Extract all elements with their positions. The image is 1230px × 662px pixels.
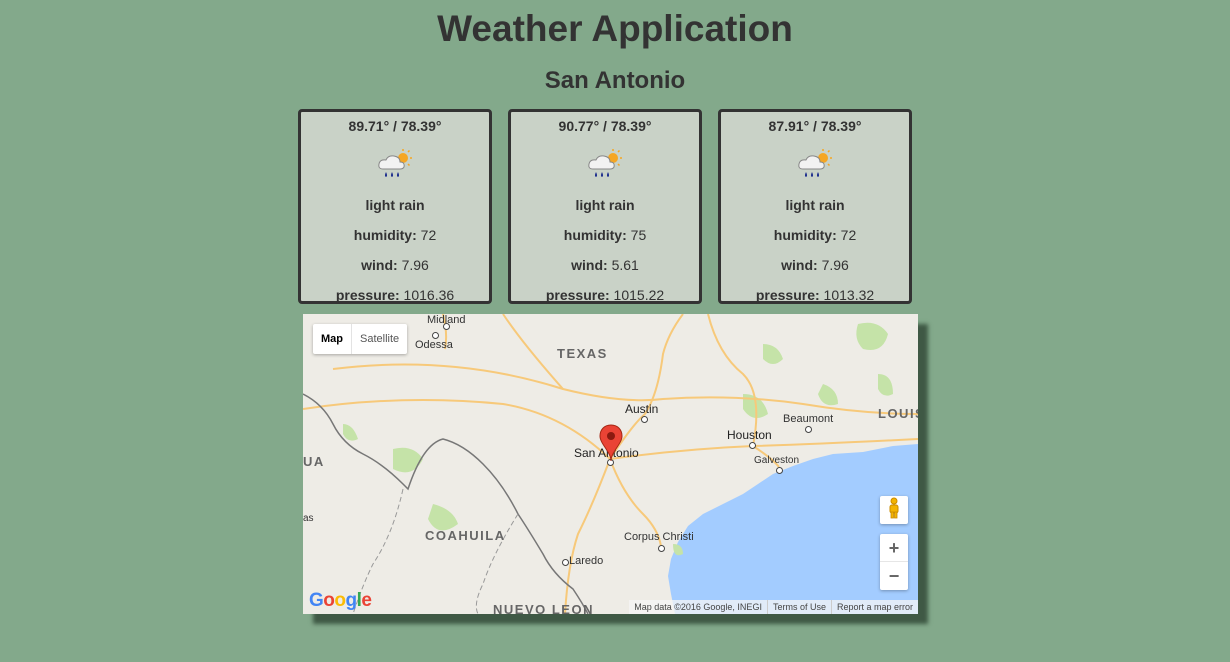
- humidity-label: humidity:: [563, 227, 627, 243]
- map-label-beaumont: Beaumont: [783, 413, 834, 425]
- map-label-corpus-christi: Corpus Christi: [624, 531, 694, 543]
- humidity-value: 75: [630, 227, 647, 243]
- city-dot: [749, 442, 756, 449]
- humidity-label: humidity:: [353, 227, 417, 243]
- map-attribution-bar: Map data ©2016 Google, INEGI Terms of Us…: [629, 600, 918, 614]
- forecast-card: 89.71° / 78.39° light rain humidity: 72 …: [298, 109, 492, 304]
- city-name: San Antonio: [544, 67, 686, 94]
- temperature-range: 90.77° / 78.39°: [558, 118, 652, 134]
- pressure-value: 1015.22: [613, 287, 665, 303]
- map-label-coahuila: COAHUILA: [425, 528, 506, 543]
- map-label-texas: TEXAS: [557, 346, 608, 361]
- pegman-icon: [887, 497, 901, 524]
- map-label-louis: LOUIS: [878, 406, 918, 421]
- pressure-value: 1013.32: [823, 287, 875, 303]
- zoom-control: + −: [880, 534, 908, 590]
- city-dot: [658, 545, 665, 552]
- humidity-row: humidity: 72: [301, 220, 489, 250]
- pressure-label: pressure:: [545, 287, 610, 303]
- map-type-satellite-button[interactable]: Satellite: [352, 324, 407, 354]
- humidity-row: humidity: 72: [721, 220, 909, 250]
- wind-row: wind: 7.96: [301, 250, 489, 280]
- forecast-card: 90.77° / 78.39° light rain humidity: 75 …: [508, 109, 702, 304]
- light-rain-icon: [585, 147, 625, 184]
- report-map-error-link[interactable]: Report a map error: [830, 600, 918, 614]
- map-type-control: Map Satellite: [313, 324, 408, 354]
- city-dot: [805, 426, 812, 433]
- forecast-card: 87.91° / 78.39° light rain humidity: 72 …: [718, 109, 912, 304]
- weather-description: light rain: [785, 197, 845, 213]
- map-pin-icon[interactable]: [599, 424, 623, 467]
- weather-description: light rain: [365, 197, 425, 213]
- temperature-range: 89.71° / 78.39°: [348, 118, 442, 134]
- pressure-label: pressure:: [335, 287, 400, 303]
- pressure-row: pressure: 1016.36: [301, 280, 489, 310]
- map-label-ua: UA: [303, 454, 325, 469]
- wind-value: 7.96: [821, 257, 849, 273]
- google-map[interactable]: Map Satellite Midland Odessa TEXAS Austi…: [303, 314, 918, 614]
- light-rain-icon: [375, 147, 415, 184]
- wind-label: wind:: [781, 257, 818, 273]
- pressure-label: pressure:: [755, 287, 820, 303]
- humidity-row: humidity: 75: [511, 220, 699, 250]
- map-label-nuevo-leon: NUEVO LEON: [493, 602, 594, 614]
- map-label-houston: Houston: [727, 428, 772, 442]
- city-dot: [641, 416, 648, 423]
- map-label-odessa: Odessa: [415, 339, 453, 351]
- map-label-laredo: Laredo: [569, 555, 604, 567]
- pressure-row: pressure: 1013.32: [721, 280, 909, 310]
- light-rain-icon: [795, 147, 835, 184]
- humidity-label: humidity:: [773, 227, 837, 243]
- zoom-out-button[interactable]: −: [880, 562, 908, 590]
- city-dot: [432, 332, 439, 339]
- wind-row: wind: 5.61: [511, 250, 699, 280]
- terms-of-use-link[interactable]: Terms of Use: [766, 600, 831, 614]
- wind-row: wind: 7.96: [721, 250, 909, 280]
- wind-value: 7.96: [401, 257, 429, 273]
- street-view-pegman-button[interactable]: [880, 496, 908, 524]
- wind-label: wind:: [571, 257, 608, 273]
- city-dot: [443, 323, 450, 330]
- pressure-row: pressure: 1015.22: [511, 280, 699, 310]
- zoom-in-button[interactable]: +: [880, 534, 908, 562]
- weather-description: light rain: [575, 197, 635, 213]
- humidity-value: 72: [420, 227, 437, 243]
- temperature-range: 87.91° / 78.39°: [768, 118, 862, 134]
- wind-label: wind:: [361, 257, 398, 273]
- google-logo: Google: [309, 590, 372, 611]
- map-label-as: as: [303, 513, 314, 524]
- map-attribution-text: Map data ©2016 Google, INEGI: [634, 602, 762, 612]
- pressure-value: 1016.36: [403, 287, 455, 303]
- city-dot: [776, 467, 783, 474]
- map-type-map-button[interactable]: Map: [313, 324, 352, 354]
- map-label-galveston: Galveston: [754, 455, 800, 466]
- city-dot: [562, 559, 569, 566]
- humidity-value: 72: [840, 227, 857, 243]
- map-label-austin: Austin: [625, 402, 659, 416]
- wind-value: 5.61: [611, 257, 639, 273]
- forecast-cards: 89.71° / 78.39° light rain humidity: 72 …: [298, 109, 928, 309]
- app-title: Weather Application: [437, 8, 793, 49]
